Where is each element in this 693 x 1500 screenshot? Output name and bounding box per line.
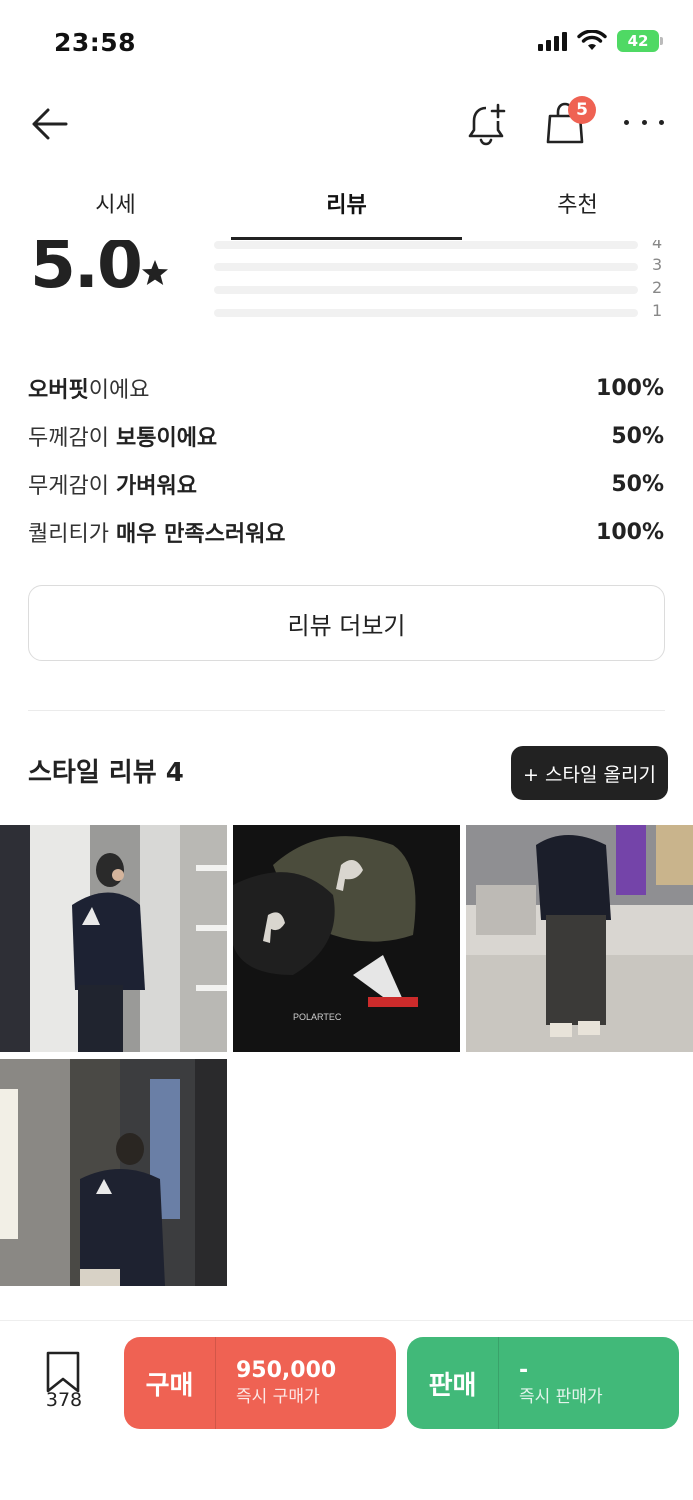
tab-price[interactable]: 시세 xyxy=(0,170,231,240)
rating-score: 5.0 xyxy=(30,240,143,303)
sell-label: 판매 xyxy=(407,1337,499,1429)
summary-percent: 100% xyxy=(596,519,664,545)
star-icon xyxy=(142,260,168,285)
bottom-action-bar: 378 구매 950,000 즉시 구매가 판매 - 즉시 판매가 xyxy=(0,1320,693,1500)
back-arrow-icon[interactable] xyxy=(28,102,72,146)
buy-label: 구매 xyxy=(124,1337,216,1429)
summary-row-thickness: 두께감이 보통이에요 50% xyxy=(28,412,664,460)
status-bar: 23:58 42 xyxy=(0,0,693,80)
rating-bar-row: 3 xyxy=(214,255,664,274)
rating-bar-row: 4 xyxy=(214,240,664,252)
style-photo[interactable] xyxy=(466,825,693,1052)
status-icons: 42 xyxy=(538,30,663,52)
elevator-selfie-photo xyxy=(0,1059,227,1286)
summary-percent: 50% xyxy=(611,423,664,449)
cap-and-jacket-photo: POLARTEC xyxy=(233,825,460,1052)
rating-bar-row: 2 xyxy=(214,278,664,297)
summary-text: 퀄리티가 매우 만족스러워요 xyxy=(28,522,286,547)
buy-subtitle: 즉시 구매가 xyxy=(236,1387,320,1407)
tab-review[interactable]: 리뷰 xyxy=(231,170,462,240)
sell-button[interactable]: 판매 - 즉시 판매가 xyxy=(407,1337,679,1429)
buy-price: 950,000 xyxy=(236,1358,337,1383)
sell-info: - 즉시 판매가 xyxy=(499,1357,603,1409)
more-reviews-button[interactable]: 리뷰 더보기 xyxy=(28,585,665,661)
summary-text: 무게감이 가벼워요 xyxy=(28,474,197,499)
bookmark-count: 378 xyxy=(45,1389,83,1411)
signal-icon xyxy=(538,31,567,51)
summary-row-fit: 오버핏이에요 100% xyxy=(28,364,664,412)
style-photo[interactable]: POLARTEC xyxy=(233,825,460,1052)
status-time: 23:58 xyxy=(54,28,137,57)
rating-bar-label: 4 xyxy=(652,240,663,252)
rating-bar-track xyxy=(214,241,638,249)
store-outfit-photo xyxy=(466,825,693,1052)
rating-bar-label: 3 xyxy=(652,255,663,274)
summary-row-weight: 무게감이 가벼워요 50% xyxy=(28,460,664,508)
rating-bar-track xyxy=(214,286,638,294)
style-photo[interactable] xyxy=(0,1059,227,1286)
sell-subtitle: 즉시 판매가 xyxy=(519,1387,603,1407)
summary-percent: 50% xyxy=(611,471,664,497)
style-photo[interactable] xyxy=(0,825,227,1052)
style-review-title: 스타일 리뷰 4 xyxy=(28,758,184,788)
rating-bar-track xyxy=(214,309,638,317)
summary-row-quality: 퀄리티가 매우 만족스러워요 100% xyxy=(28,508,664,556)
svg-text:POLARTEC: POLARTEC xyxy=(293,1012,342,1022)
mirror-selfie-photo xyxy=(0,825,227,1052)
rating-summary: 5.0 4 3 2 1 xyxy=(0,240,693,330)
battery-icon: 42 xyxy=(617,30,663,52)
review-summary-list: 오버핏이에요 100% 두께감이 보통이에요 50% 무게감이 가벼워요 50%… xyxy=(28,364,664,556)
more-options-icon[interactable] xyxy=(622,110,666,134)
notification-bell-icon[interactable] xyxy=(464,100,510,148)
rating-bar-label: 1 xyxy=(652,301,663,320)
buy-info: 950,000 즉시 구매가 xyxy=(216,1357,336,1409)
summary-text: 두께감이 보통이에요 xyxy=(28,426,218,451)
wifi-icon xyxy=(577,30,607,50)
rating-bar-label: 2 xyxy=(652,278,663,297)
summary-text: 오버핏이에요 xyxy=(28,378,150,403)
sell-price: - xyxy=(519,1358,529,1383)
rating-bar-track xyxy=(214,263,638,271)
buy-button[interactable]: 구매 950,000 즉시 구매가 xyxy=(124,1337,396,1429)
upload-style-button[interactable]: + 스타일 올리기 xyxy=(511,746,668,800)
rating-bar-row: 1 xyxy=(214,301,664,320)
top-nav xyxy=(0,80,693,170)
battery-level: 42 xyxy=(627,32,649,50)
product-tabs: 시세 리뷰 추천 xyxy=(0,170,693,240)
section-divider xyxy=(28,710,665,711)
summary-percent: 100% xyxy=(596,375,664,401)
tab-recommend[interactable]: 추천 xyxy=(462,170,693,240)
cart-count-badge: 5 xyxy=(568,96,596,124)
